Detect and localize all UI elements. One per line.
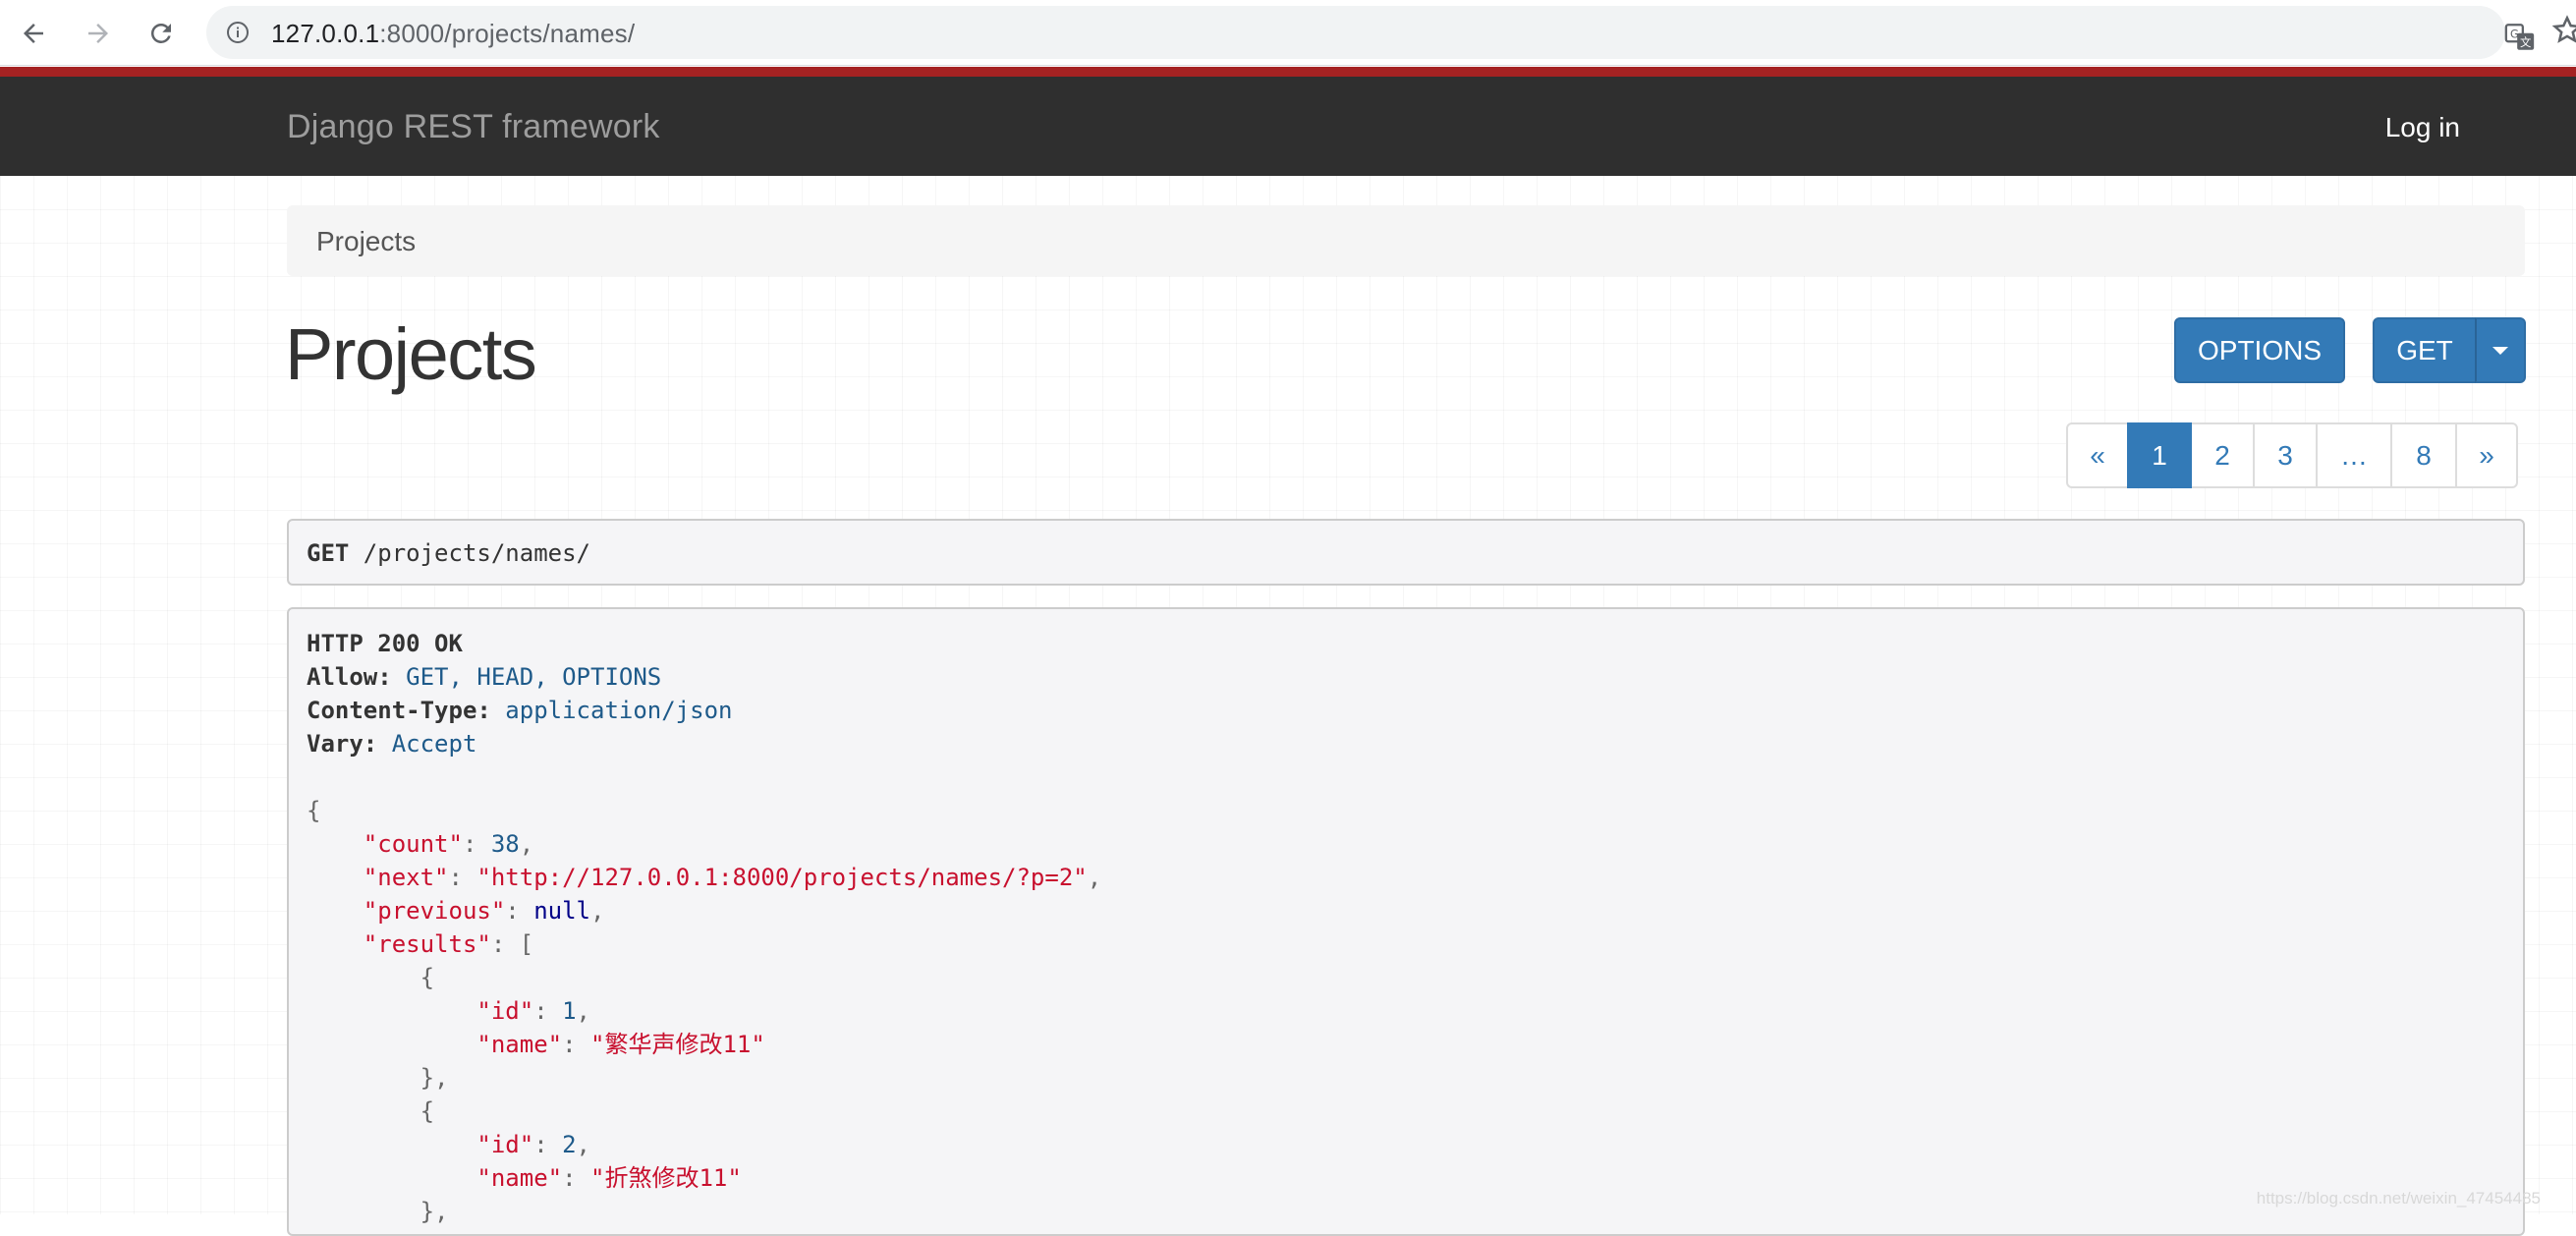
- pagination-ellipsis: …: [2316, 422, 2392, 488]
- json-line: "name": "繁华声修改11": [476, 1031, 765, 1058]
- info-icon[interactable]: [226, 21, 250, 44]
- json-line: "previous": null,: [363, 897, 605, 925]
- pagination-next[interactable]: »: [2455, 422, 2518, 488]
- response-header-allow: Allow: GET, HEAD, OPTIONS: [307, 663, 662, 691]
- pagination-page-1[interactable]: 1: [2127, 422, 2192, 488]
- json-line: "name": "折煞修改11": [476, 1164, 742, 1192]
- forward-button[interactable]: [79, 14, 118, 53]
- next-page-link[interactable]: "http://127.0.0.1:8000/projects/names/?p…: [476, 864, 1087, 891]
- url-text[interactable]: 127.0.0.1:8000/projects/names/: [271, 19, 635, 49]
- json-line: "id": 1,: [476, 997, 590, 1025]
- url-host: 127.0.0.1: [271, 19, 380, 48]
- json-line: "next": "http://127.0.0.1:8000/projects/…: [363, 864, 1102, 891]
- login-link[interactable]: Log in: [2385, 112, 2460, 143]
- navbar-accent-strip: [0, 67, 2576, 77]
- navbar: Django REST framework Log in: [0, 77, 2576, 176]
- translate-icon[interactable]: G 文: [2503, 21, 2537, 54]
- pagination: « 1 2 3 … 8 »: [2066, 422, 2518, 488]
- breadcrumb: Projects: [287, 205, 2525, 276]
- json-line: {: [307, 797, 321, 824]
- pagination-page-3[interactable]: 3: [2253, 422, 2318, 488]
- arrow-left-icon: [24, 24, 43, 43]
- request-info: GET /projects/names/: [287, 519, 2525, 586]
- response-header-vary: Vary: Accept: [307, 730, 477, 758]
- json-line: "id": 2,: [476, 1131, 590, 1158]
- page-title: Projects: [285, 313, 537, 395]
- pagination-page-2[interactable]: 2: [2190, 422, 2255, 488]
- pagination-page-8[interactable]: 8: [2390, 422, 2457, 488]
- browser-toolbar: 127.0.0.1:8000/projects/names/ G 文: [0, 0, 2576, 66]
- json-line: },: [307, 1198, 449, 1225]
- get-format-dropdown-button[interactable]: [2475, 317, 2526, 383]
- arrow-right-icon: [88, 24, 108, 43]
- url-path: :8000/projects/names/: [379, 19, 636, 48]
- bookmark-star-icon[interactable]: [2550, 14, 2576, 47]
- json-line: "results": [: [363, 930, 534, 958]
- pagination-prev[interactable]: «: [2066, 422, 2129, 488]
- request-method: GET: [307, 539, 350, 567]
- svg-text:文: 文: [2520, 35, 2531, 49]
- caret-down-icon: [2492, 346, 2508, 355]
- json-line: },: [307, 1064, 449, 1092]
- address-bar[interactable]: 127.0.0.1:8000/projects/names/ G 文: [206, 6, 2535, 59]
- json-line: {: [307, 1097, 435, 1125]
- watermark: https://blog.csdn.net/weixin_47454485: [2256, 1189, 2541, 1208]
- reload-icon: [150, 23, 171, 43]
- json-line: "count": 38,: [363, 830, 534, 858]
- reload-button[interactable]: [141, 14, 181, 53]
- request-path: /projects/names/: [349, 539, 590, 567]
- response-info: HTTP 200 OK Allow: GET, HEAD, OPTIONS Co…: [287, 607, 2525, 1236]
- brand-link[interactable]: Django REST framework: [287, 108, 660, 146]
- response-header-content-type: Content-Type: application/json: [307, 697, 733, 724]
- breadcrumb-item-projects[interactable]: Projects: [316, 226, 416, 257]
- back-button[interactable]: [14, 14, 53, 53]
- options-button[interactable]: OPTIONS: [2174, 317, 2345, 383]
- response-status: HTTP 200 OK: [307, 630, 463, 657]
- get-button[interactable]: GET: [2373, 317, 2477, 383]
- json-line: {: [307, 964, 435, 991]
- request-line: GET /projects/names/: [307, 539, 590, 567]
